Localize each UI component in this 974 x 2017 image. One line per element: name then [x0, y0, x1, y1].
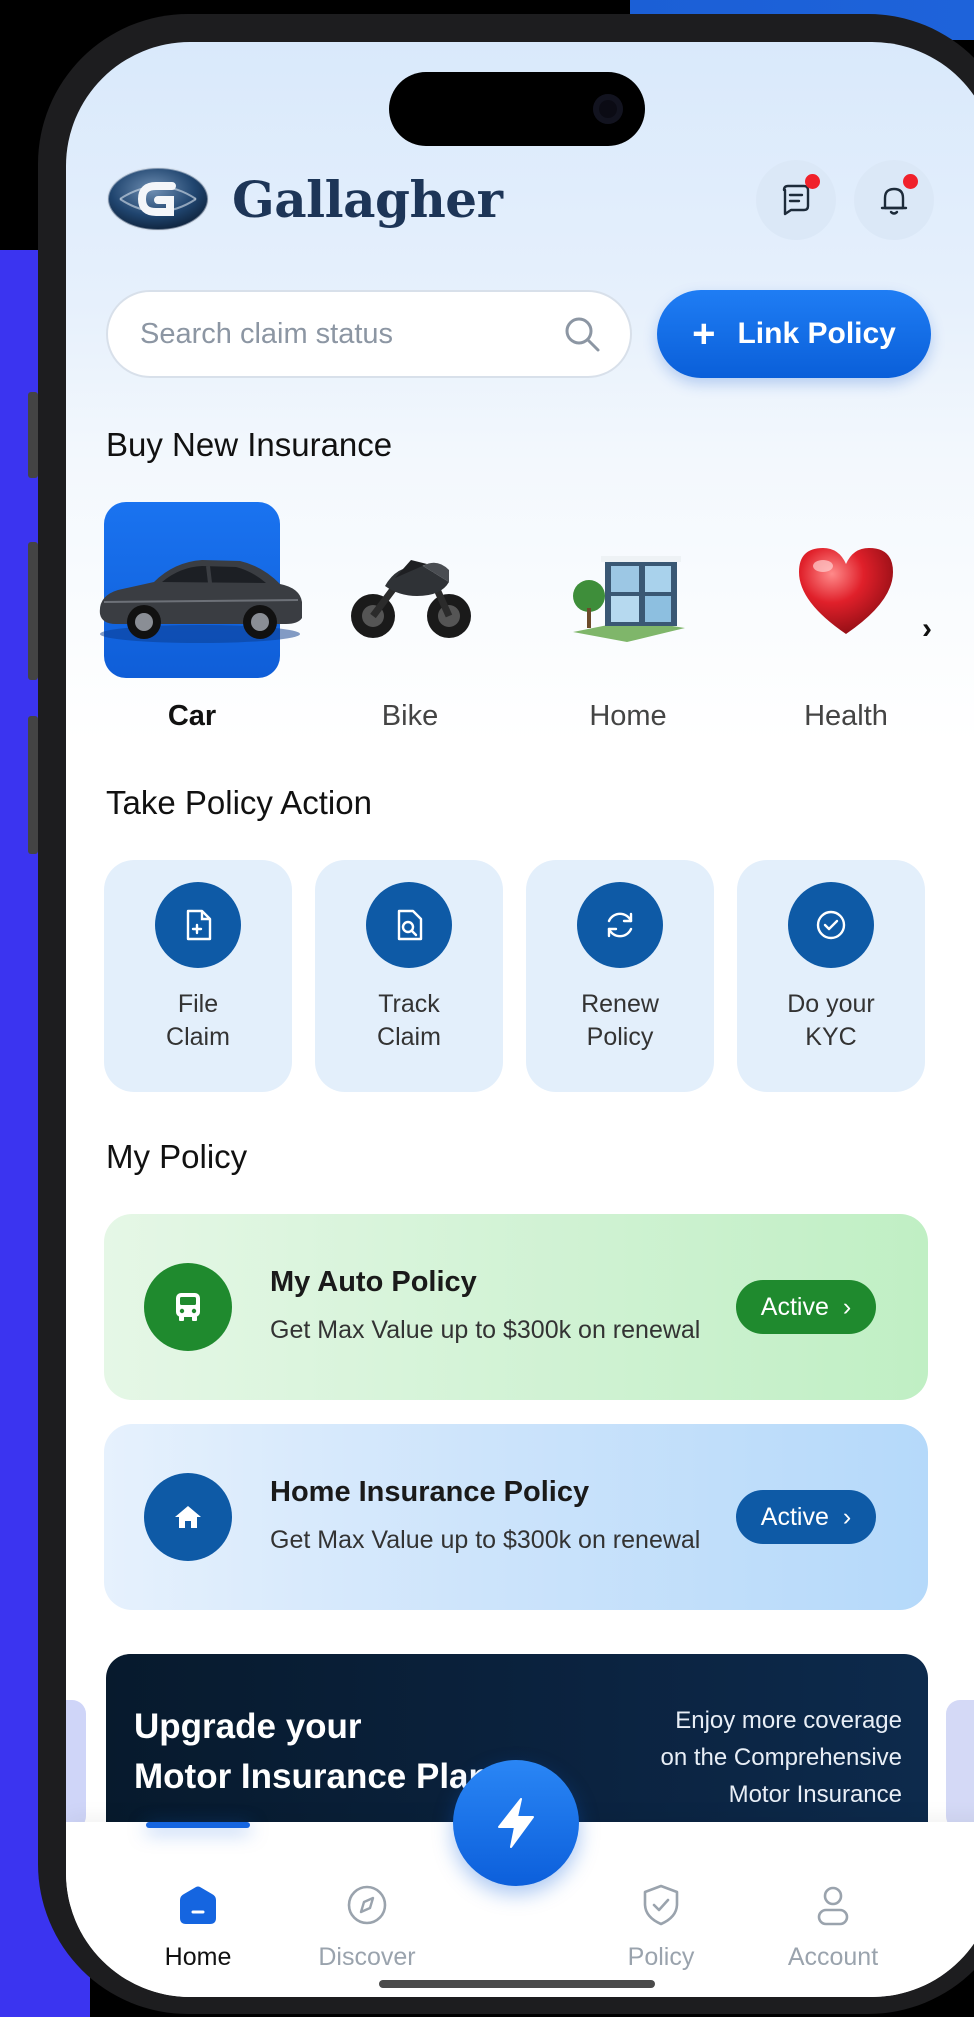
phone-volume-down-button: [28, 716, 38, 854]
active-tab-indicator: [146, 1822, 250, 1828]
banner-desc-line1: Enjoy more coverage: [675, 1707, 902, 1734]
action-label-line2: Policy: [586, 1023, 654, 1051]
quick-action-button[interactable]: [453, 1760, 579, 1886]
insurance-label: Health: [804, 700, 888, 732]
tab-policy[interactable]: Policy: [586, 1884, 736, 1972]
notifications-button[interactable]: [854, 160, 934, 240]
action-label-line2: Claim: [377, 1023, 441, 1051]
action-label: File Claim: [104, 988, 292, 1054]
refresh-icon: [577, 882, 663, 968]
camera-icon: [593, 94, 623, 124]
policy-card-auto[interactable]: My Auto Policy Get Max Value up to $300k…: [104, 1214, 928, 1400]
heart-image: [799, 548, 893, 634]
tab-discover[interactable]: Discover: [292, 1884, 442, 1972]
search-input[interactable]: Search claim status: [106, 290, 632, 378]
action-kyc[interactable]: Do your KYC: [737, 860, 925, 1092]
dynamic-island: [389, 72, 645, 146]
action-label-line2: KYC: [805, 1023, 857, 1051]
globe-logo-icon: [106, 164, 210, 234]
banner-desc-line3: Motor Insurance: [728, 1781, 902, 1808]
policy-card-home[interactable]: Home Insurance Policy Get Max Value up t…: [104, 1424, 928, 1610]
insurance-label: Car: [167, 700, 217, 732]
house-image: [573, 556, 685, 642]
home-tile[interactable]: [540, 502, 716, 678]
policy-subtitle: Get Max Value up to $300k on renewal: [270, 1526, 701, 1554]
chevron-right-icon: ›: [842, 1292, 852, 1321]
phone-side-button: [28, 392, 38, 478]
notification-badge: [805, 174, 820, 189]
tab-account[interactable]: Account: [758, 1884, 908, 1972]
brand-name: Gallagher: [232, 169, 503, 229]
section-title-my-policy: My Policy: [106, 1138, 248, 1175]
check-circle-icon: [788, 882, 874, 968]
section-title-policy-action: Take Policy Action: [106, 784, 372, 821]
policy-status: Active: [760, 1502, 829, 1531]
tab-label: Policy: [627, 1943, 695, 1971]
carousel-peek-left[interactable]: [66, 1700, 86, 1830]
action-label: Renew Policy: [526, 988, 714, 1054]
tab-label: Discover: [318, 1943, 416, 1971]
action-file-claim[interactable]: File Claim: [104, 860, 292, 1092]
banner-description: Enjoy more coverage on the Comprehensive M…: [661, 1702, 902, 1813]
phone-volume-up-button: [28, 542, 38, 680]
policy-status-badge[interactable]: Active ›: [736, 1490, 876, 1544]
notification-badge: [903, 174, 918, 189]
search-placeholder: Search claim status: [140, 317, 394, 350]
action-label-line1: Do your: [787, 990, 875, 1018]
health-tile[interactable]: [758, 502, 934, 678]
link-policy-label: Link Policy: [737, 317, 896, 350]
action-track-claim[interactable]: Track Claim: [315, 860, 503, 1092]
app-screen: Gallagher Search claim status + Link Pol…: [66, 42, 974, 1997]
action-label: Do your KYC: [737, 988, 925, 1054]
action-label-line1: Track: [378, 990, 440, 1018]
home-icon: [144, 1473, 232, 1561]
banner-title: Upgrade your Motor Insurance Plan: [134, 1702, 490, 1802]
tab-label: Home: [164, 1943, 232, 1971]
policy-status: Active: [760, 1292, 829, 1321]
car-image: [99, 560, 303, 643]
action-label-line2: Claim: [166, 1023, 230, 1051]
file-add-icon: [155, 882, 241, 968]
user-icon: [817, 1886, 849, 1926]
file-search-icon: [366, 882, 452, 968]
home-icon: [180, 1886, 216, 1924]
policy-title: Home Insurance Policy: [270, 1476, 590, 1508]
insurance-label: Home: [589, 700, 667, 732]
home-indicator: [379, 1980, 655, 1988]
action-renew-policy[interactable]: Renew Policy: [526, 860, 714, 1092]
banner-desc-line2: on the Comprehensive: [660, 1744, 902, 1771]
bike-tile[interactable]: [322, 502, 498, 678]
brand-logo: Gallagher: [106, 164, 503, 234]
chevron-right-icon: ›: [842, 1502, 852, 1531]
section-title-buy-insurance: Buy New Insurance: [106, 426, 393, 463]
plus-icon: +: [692, 312, 716, 356]
motorbike-image: [351, 560, 471, 638]
insurance-option-car[interactable]: Car: [99, 502, 303, 733]
action-label-line1: File: [177, 990, 219, 1018]
insurance-option-health[interactable]: Health: [758, 502, 934, 733]
banner-title-line2: Motor Insurance Plan: [134, 1757, 490, 1796]
policy-status-badge[interactable]: Active ›: [736, 1280, 876, 1334]
tab-label: Account: [787, 1943, 879, 1971]
insurance-option-bike[interactable]: Bike: [322, 502, 498, 733]
bus-icon: [144, 1263, 232, 1351]
stage: Gallagher Search claim status + Link Pol…: [0, 0, 974, 2017]
search-icon[interactable]: [562, 314, 602, 354]
messages-button[interactable]: [756, 160, 836, 240]
banner-title-line1: Upgrade your: [134, 1707, 362, 1746]
action-label-line1: Renew: [581, 990, 659, 1018]
action-label: Track Claim: [315, 988, 503, 1054]
policy-subtitle: Get Max Value up to $300k on renewal: [270, 1316, 701, 1344]
policy-title: My Auto Policy: [270, 1266, 477, 1298]
carousel-peek-right[interactable]: [946, 1700, 974, 1830]
lightning-icon: [498, 1798, 534, 1848]
compass-icon: [347, 1885, 387, 1925]
shield-check-icon: [643, 1884, 679, 1926]
link-policy-button[interactable]: + Link Policy: [657, 290, 931, 378]
insurance-label: Bike: [381, 700, 439, 732]
insurance-option-home[interactable]: Home: [540, 502, 716, 733]
car-tile[interactable]: [99, 502, 303, 678]
tab-home[interactable]: Home: [123, 1884, 273, 1972]
chevron-right-icon[interactable]: ›: [922, 612, 932, 646]
